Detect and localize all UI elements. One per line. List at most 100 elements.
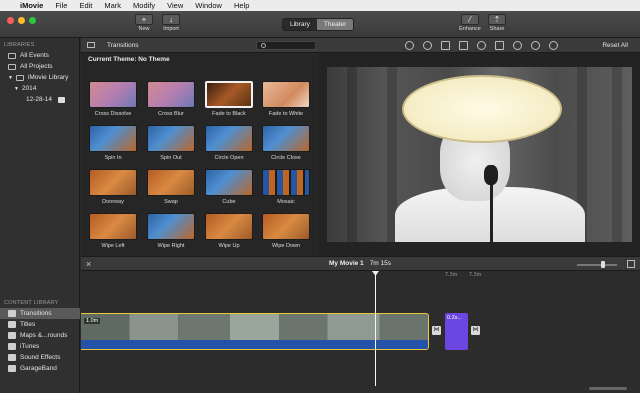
transition-icon[interactable]: ⋈	[432, 326, 441, 335]
menu-window[interactable]: Window	[195, 1, 222, 10]
transition-label: Doorway	[102, 199, 124, 205]
guitar-icon	[8, 365, 16, 372]
transition-tile[interactable]: Cross Dissolve	[88, 81, 138, 117]
window-toolbar: + New ↓ Import Library Theater ⁄ Enhance…	[0, 11, 640, 38]
library-tab[interactable]: Library	[283, 19, 317, 30]
transition-label: Cross Dissolve	[94, 111, 132, 117]
libraries-sidebar: LIBRARIES All Events All Projects ▼ iMov…	[0, 38, 80, 393]
transition-tile[interactable]: Wipe Right	[146, 213, 196, 249]
disclosure-triangle-icon[interactable]: ▼	[14, 86, 19, 92]
current-theme-label: Current Theme: No Theme	[88, 56, 170, 63]
sidebar-item-all-projects[interactable]: All Projects	[0, 61, 79, 72]
theater-tab[interactable]: Theater	[316, 19, 354, 30]
sidebar-item-maps-backgrounds[interactable]: Maps &...rounds	[0, 330, 80, 341]
transition-label: Mosaic	[277, 199, 295, 205]
titles-icon	[8, 321, 16, 328]
playhead[interactable]	[375, 271, 376, 386]
close-icon[interactable]: ×	[86, 259, 91, 269]
reset-all-button[interactable]: Reset All	[602, 42, 628, 49]
transition-tile[interactable]: Wipe Up	[204, 213, 254, 249]
sidebar-item-transitions[interactable]: Transitions	[0, 308, 80, 319]
transition-thumbnail	[262, 81, 310, 108]
timeline[interactable]: 7.2m 7.2m 1.0m ⋈ 0.2s... ⋈	[81, 271, 640, 393]
transition-tile[interactable]: Cube	[204, 169, 254, 205]
sidebar-item-label: All Projects	[20, 63, 53, 70]
horizontal-scrollbar[interactable]	[589, 387, 627, 390]
new-button[interactable]: + New	[131, 14, 157, 32]
transition-tile[interactable]: Wipe Left	[88, 213, 138, 249]
clip-duration-label: 1.0m	[84, 318, 101, 324]
transition-label: Cube	[222, 199, 236, 205]
menu-mark[interactable]: Mark	[104, 1, 121, 10]
timeline-settings-icon[interactable]	[627, 260, 635, 268]
sidebar-item-titles[interactable]: Titles	[0, 319, 80, 330]
share-button[interactable]: ⇡ Share	[484, 14, 510, 32]
close-window-button[interactable]	[7, 17, 14, 24]
zoom-slider[interactable]	[577, 264, 617, 266]
video-frame[interactable]	[327, 67, 632, 242]
minimize-window-button[interactable]	[18, 17, 25, 24]
transition-tile[interactable]: Spin In	[88, 125, 138, 161]
transition-thumbnail	[205, 81, 253, 108]
transition-tile[interactable]: Spin Out	[146, 125, 196, 161]
menu-file[interactable]: File	[55, 1, 67, 10]
transition-label: Wipe Left	[101, 243, 125, 249]
transition-tile[interactable]: Cross Blur	[146, 81, 196, 117]
sidebar-item-label: iTunes	[20, 343, 40, 350]
menu-modify[interactable]: Modify	[133, 1, 155, 10]
sidebar-item-sound-effects[interactable]: Sound Effects	[0, 352, 80, 363]
clapperboard-icon	[58, 96, 66, 103]
color-balance-icon[interactable]	[405, 41, 414, 50]
disclosure-triangle-icon[interactable]: ▼	[8, 75, 13, 81]
color-correction-icon[interactable]	[423, 41, 432, 50]
sidebar-item-all-events[interactable]: All Events	[0, 50, 79, 61]
transition-label: Circle Open	[214, 155, 244, 161]
transition-tile[interactable]: Fade to White	[261, 81, 311, 117]
transition-thumbnail	[147, 213, 195, 240]
transition-tile[interactable]: Mosaic	[261, 169, 311, 205]
content-library-header: CONTENT LIBRARY	[4, 300, 59, 306]
transition-tile[interactable]: Circle Open	[204, 125, 254, 161]
crop-icon[interactable]	[441, 41, 450, 50]
volume-icon[interactable]	[477, 41, 486, 50]
sidebar-item-imovie-library[interactable]: ▼ iMovie Library	[0, 72, 79, 83]
sidebar-item-2014[interactable]: ▼ 2014	[0, 83, 79, 94]
sidebar-item-garageband[interactable]: GarageBand	[0, 363, 80, 374]
sidebar-toggle-icon[interactable]	[87, 42, 95, 48]
import-button[interactable]: ↓ Import	[158, 14, 184, 32]
transition-label: Wipe Down	[271, 243, 301, 249]
transition-tile[interactable]: Swap	[146, 169, 196, 205]
menu-view[interactable]: View	[167, 1, 183, 10]
transition-tile[interactable]: Doorway	[88, 169, 138, 205]
sidebar-item-itunes[interactable]: iTunes	[0, 341, 80, 352]
project-title: My Movie 1 7m 15s	[329, 260, 391, 267]
video-clip[interactable]: 1.0m	[81, 313, 429, 350]
menu-imovie[interactable]: iMovie	[20, 1, 43, 10]
plus-icon: +	[135, 14, 153, 25]
sidebar-item-label: All Events	[20, 52, 49, 59]
clip-filter-icon[interactable]	[531, 41, 540, 50]
menu-bar: iMovie File Edit Mark Modify View Window…	[0, 0, 640, 11]
transition-tile[interactable]: Fade to Black	[204, 81, 254, 117]
transition-thumbnail	[205, 169, 253, 196]
search-input[interactable]	[256, 41, 316, 50]
menu-help[interactable]: Help	[234, 1, 249, 10]
stabilization-icon[interactable]	[459, 41, 468, 50]
enhance-button[interactable]: ⁄ Enhance	[457, 14, 483, 32]
sidebar-item-12-28-14[interactable]: 12-28-14	[0, 94, 79, 105]
project-duration: 7m 15s	[369, 260, 392, 267]
noise-reduction-icon[interactable]	[495, 41, 504, 50]
info-icon[interactable]	[549, 41, 558, 50]
grid-icon	[8, 63, 16, 70]
enhance-label: Enhance	[459, 26, 481, 32]
menu-edit[interactable]: Edit	[79, 1, 92, 10]
sidebar-item-label: 12-28-14	[26, 96, 53, 103]
zoom-slider-knob[interactable]	[601, 261, 605, 268]
transition-tile[interactable]: Wipe Down	[261, 213, 311, 249]
transition-icon[interactable]: ⋈	[471, 326, 480, 335]
zoom-window-button[interactable]	[29, 17, 36, 24]
title-clip[interactable]: 0.2s...	[445, 313, 468, 350]
speed-icon[interactable]	[513, 41, 522, 50]
transition-tile[interactable]: Circle Close	[261, 125, 311, 161]
title-clip-label: 0.2s...	[447, 315, 462, 321]
